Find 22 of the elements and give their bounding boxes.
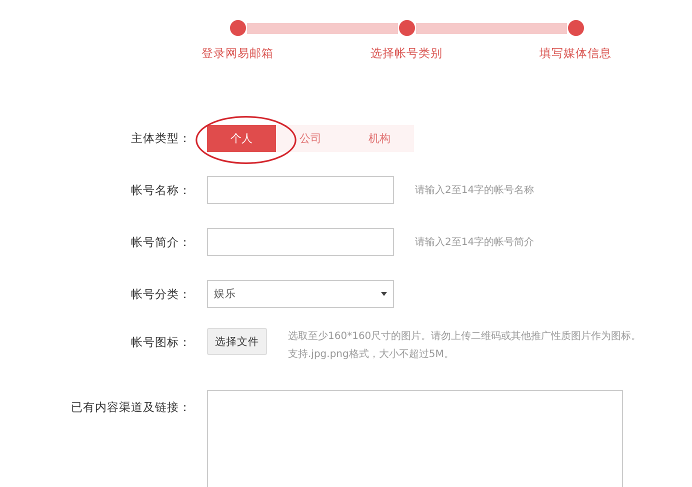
category-dropdown[interactable]: 娱乐 [207, 280, 394, 308]
type-option[interactable]: 机构 [345, 124, 414, 152]
field-hint: 选取至少160*160尺寸的图片。请勿上传二维码或其他推广性质图片作为图标。 [288, 330, 642, 343]
text-area[interactable] [207, 390, 623, 487]
choose-file-button[interactable]: 选择文件 [207, 328, 267, 355]
field-label: 帐号名称： [130, 182, 192, 198]
field-label: 帐号简介： [130, 234, 192, 250]
field-label: 已有内容渠道及链接： [70, 399, 192, 415]
type-option[interactable]: 公司 [276, 124, 345, 152]
input-field[interactable] [207, 228, 394, 256]
field-hint: 请输入2至14字的帐号名称 [415, 184, 534, 197]
type-option[interactable]: 个人 [207, 124, 276, 152]
field-hint: 支持.jpg.png格式，大小不超过5M。 [288, 348, 455, 361]
field-label: 帐号图标： [130, 334, 192, 350]
caret-icon [381, 292, 387, 296]
step-label: 选择帐号类别 [370, 46, 442, 61]
field-hint: 请输入2至14字的帐号简介 [415, 236, 534, 249]
step-label: 填写媒体信息 [540, 46, 612, 61]
field-label: 主体类型： [130, 130, 192, 146]
input-field[interactable] [207, 176, 394, 204]
field-label: 帐号分类： [130, 286, 192, 302]
step-label: 登录网易邮箱 [202, 46, 274, 61]
